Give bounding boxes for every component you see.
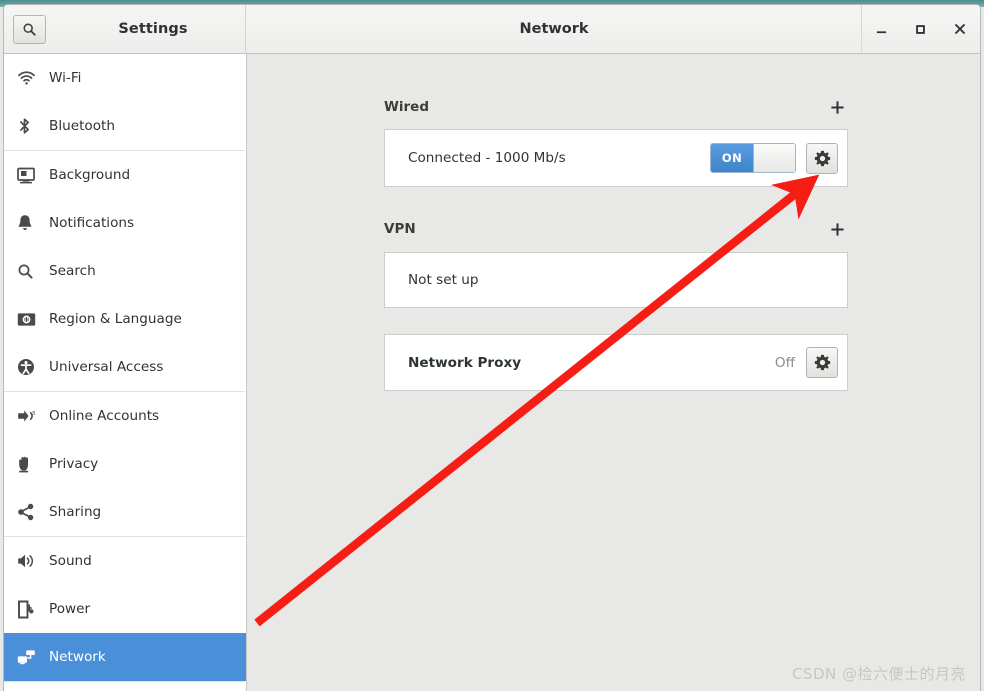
sidebar-item-label: Power — [49, 601, 91, 617]
wifi-icon — [17, 70, 45, 86]
search-button[interactable] — [13, 15, 46, 44]
add-wired-connection-button[interactable] — [826, 96, 848, 118]
plus-icon — [830, 222, 844, 236]
wired-connection-row[interactable]: Connected - 1000 Mb/s ON — [385, 130, 847, 186]
sidebar-item-label: Network — [49, 649, 106, 665]
sidebar-item-sound[interactable]: Sound — [4, 537, 246, 585]
maximize-icon — [916, 24, 925, 34]
sidebar-title: Settings — [118, 21, 188, 37]
minimize-button[interactable] — [862, 5, 901, 53]
sidebar-item-notifications[interactable]: Notifications — [4, 199, 246, 247]
header-bar-left-pane: Settings — [4, 5, 246, 53]
network-proxy-status: Off — [774, 354, 795, 371]
sidebar-item-label: Notifications — [49, 215, 135, 231]
page-title: Network — [519, 21, 589, 37]
sidebar-item-label: Privacy — [49, 456, 99, 472]
sidebar-item-label: Universal Access — [49, 359, 164, 375]
sidebar-separator — [4, 681, 245, 682]
vpn-section-title: VPN — [384, 221, 416, 237]
wired-connection-card: Connected - 1000 Mb/s ON — [384, 129, 848, 187]
sidebar-item-label: Search — [49, 263, 96, 279]
universal-access-icon — [17, 358, 45, 376]
sidebar-item-label: Sharing — [49, 504, 102, 520]
wired-status-label: Connected - 1000 Mb/s — [408, 150, 566, 166]
search-icon — [17, 263, 45, 280]
hand-privacy-icon — [17, 455, 45, 473]
wired-settings-button[interactable] — [806, 142, 838, 174]
toggle-knob — [752, 144, 795, 172]
header-bar: Settings Network — [4, 5, 980, 54]
wired-toggle-switch[interactable]: ON — [710, 143, 796, 173]
online-accounts-icon: s — [17, 408, 45, 424]
search-icon — [23, 23, 36, 36]
power-battery-icon — [17, 600, 45, 619]
bluetooth-icon — [17, 117, 45, 135]
sidebar-item-label: Background — [49, 167, 131, 183]
sidebar-item-label: Bluetooth — [49, 118, 115, 134]
wired-section-header: Wired — [384, 96, 848, 118]
screenshot-root: Settings Network Wi-Fi Bluetooth Backgro… — [0, 0, 984, 691]
sidebar-item-search[interactable]: Search — [4, 247, 246, 295]
network-proxy-settings-button[interactable] — [806, 347, 838, 378]
window-controls — [861, 5, 980, 53]
sidebar-item-region-language[interactable]: Region & Language — [4, 295, 246, 343]
vpn-section-header: VPN — [384, 218, 848, 240]
sidebar-item-wi-fi[interactable]: Wi-Fi — [4, 54, 246, 102]
network-icon — [17, 649, 45, 666]
close-icon — [954, 24, 965, 34]
network-proxy-card: Network Proxy Off — [384, 334, 848, 391]
svg-text:s: s — [32, 410, 35, 417]
maximize-button[interactable] — [901, 5, 940, 53]
settings-sidebar[interactable]: Wi-Fi Bluetooth Background Notifications… — [4, 54, 247, 691]
gear-icon — [814, 150, 830, 166]
sidebar-item-sharing[interactable]: Sharing — [4, 488, 246, 536]
sidebar-item-online-accounts[interactable]: s Online Accounts — [4, 392, 246, 440]
minimize-icon — [876, 30, 887, 33]
network-proxy-label: Network Proxy — [408, 354, 522, 371]
watermark: CSDN @捡六便士的月亮 — [791, 665, 966, 683]
wired-section-title: Wired — [384, 99, 429, 115]
vpn-status-label: Not set up — [408, 272, 479, 288]
network-proxy-row[interactable]: Network Proxy Off — [385, 335, 847, 390]
sidebar-item-network[interactable]: Network — [4, 633, 246, 681]
plus-icon — [830, 100, 844, 114]
sidebar-item-privacy[interactable]: Privacy — [4, 440, 246, 488]
sidebar-item-label: Region & Language — [49, 311, 182, 327]
bell-icon — [17, 214, 45, 232]
close-button[interactable] — [940, 5, 979, 53]
speaker-icon — [17, 553, 45, 569]
network-panel: Wired Connected - 1000 Mb/s ON VPN Not s… — [247, 54, 980, 691]
sidebar-item-power[interactable]: Power — [4, 585, 246, 633]
vpn-card: Not set up — [384, 252, 848, 308]
sidebar-item-universal-access[interactable]: Universal Access — [4, 343, 246, 391]
sidebar-item-label: Sound — [49, 553, 92, 569]
toggle-on-label: ON — [711, 144, 753, 172]
region-language-icon — [17, 312, 45, 327]
sidebar-item-bluetooth[interactable]: Bluetooth — [4, 102, 246, 150]
background-icon — [17, 167, 45, 184]
sidebar-item-label: Wi-Fi — [49, 70, 82, 86]
sidebar-item-background[interactable]: Background — [4, 151, 246, 199]
add-vpn-connection-button[interactable] — [826, 218, 848, 240]
settings-window: Settings Network Wi-Fi Bluetooth Backgro… — [3, 4, 981, 691]
gear-icon — [814, 354, 830, 371]
share-icon — [17, 503, 45, 521]
vpn-row[interactable]: Not set up — [385, 253, 847, 307]
sidebar-item-label: Online Accounts — [49, 408, 160, 424]
